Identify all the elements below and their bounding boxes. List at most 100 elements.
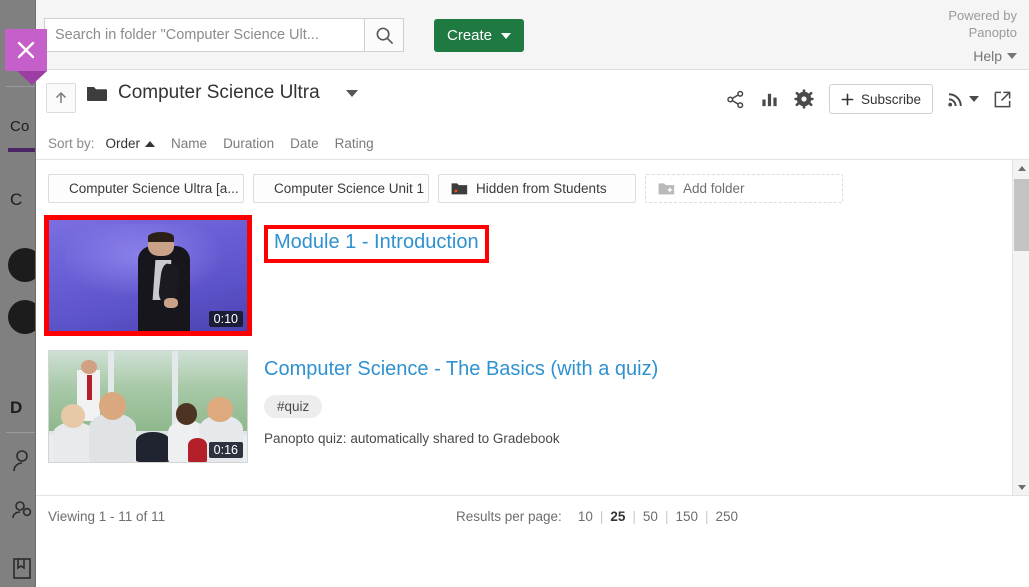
video-duration: 0:10 xyxy=(208,311,243,327)
video-title-link[interactable]: Module 1 - Introduction xyxy=(274,229,479,255)
video-description: Panopto quiz: automatically shared to Gr… xyxy=(264,431,560,446)
sidebar-details-label: D xyxy=(10,398,23,417)
subfolder-chip[interactable]: Computer Science Ultra [a... xyxy=(48,174,244,203)
search-input[interactable] xyxy=(44,18,364,52)
add-folder-button[interactable]: Add folder xyxy=(645,174,843,203)
folder-actions: Subscribe xyxy=(719,84,1019,114)
panopto-panel: Create Powered by Panopto Help xyxy=(36,0,1029,587)
close-tab-pointer xyxy=(17,71,47,85)
results-option-150[interactable]: 150 xyxy=(668,509,705,524)
subfolder-chip[interactable]: Computer Science Unit 1 xyxy=(253,174,429,203)
parent-folder-button[interactable] xyxy=(46,83,76,113)
book-icon xyxy=(10,556,35,582)
create-button-label: Create xyxy=(447,27,493,44)
arrow-up-icon xyxy=(55,91,67,103)
highlight-box: Module 1 - Introduction xyxy=(264,225,489,263)
scroll-down-icon xyxy=(1017,485,1026,490)
panopto-top-bar: Create Powered by Panopto Help xyxy=(36,0,1029,70)
sort-item-duration[interactable]: Duration xyxy=(223,136,274,151)
results-option-25[interactable]: 25 xyxy=(603,509,632,524)
share-button[interactable] xyxy=(719,84,753,114)
plus-icon xyxy=(841,93,854,105)
sort-item-order[interactable]: Order xyxy=(106,136,156,151)
content-scrollbar[interactable] xyxy=(1012,160,1029,495)
list-item: 0:10 Module 1 - Introduction xyxy=(44,215,1017,336)
folder-dropdown-icon[interactable] xyxy=(345,89,358,97)
sidebar-content-label: C xyxy=(10,190,23,209)
results-option-10[interactable]: 10 xyxy=(571,509,600,524)
sort-item-date[interactable]: Date xyxy=(290,136,319,151)
rss-icon xyxy=(948,93,962,107)
lms-sidebar: Co C D xyxy=(0,0,36,587)
avatar xyxy=(8,300,35,334)
people-icon xyxy=(10,500,35,526)
subscribe-label: Subscribe xyxy=(860,91,921,107)
chevron-down-icon xyxy=(501,32,512,39)
close-panel-button[interactable] xyxy=(5,29,47,71)
create-button[interactable]: Create xyxy=(434,19,525,52)
rss-menu[interactable] xyxy=(941,90,985,108)
video-title-link[interactable]: Computer Science - The Basics (with a qu… xyxy=(264,356,658,382)
sidebar-divider xyxy=(6,86,35,87)
subfolder-label: Computer Science Ultra [a... xyxy=(69,181,239,196)
folder-title: Computer Science Ultra xyxy=(118,82,320,103)
video-tag[interactable]: #quiz xyxy=(264,395,323,418)
search-button[interactable] xyxy=(364,18,404,52)
content-area: Computer Science Ultra [a... Computer Sc… xyxy=(36,160,1029,496)
subfolder-chip[interactable]: Hidden from Students xyxy=(438,174,636,203)
results-per-page-label: Results per page: xyxy=(456,508,562,524)
results-per-page: Results per page: 10 | 25 | 50 | 150 | 2… xyxy=(456,509,745,524)
add-folder-label: Add folder xyxy=(683,181,745,196)
subfolder-label: Computer Science Unit 1 xyxy=(274,181,425,196)
sort-by-label: Sort by: xyxy=(48,136,95,151)
video-thumbnail[interactable]: 0:10 xyxy=(44,215,252,336)
bar-chart-icon xyxy=(762,93,778,106)
open-in-new-window-button[interactable] xyxy=(985,84,1019,114)
screenshot-root: Co C D Search in folder "Computer Scienc… xyxy=(0,0,1029,587)
stats-button[interactable] xyxy=(753,84,787,114)
share-icon xyxy=(727,90,744,108)
person-icon xyxy=(10,448,35,474)
chevron-down-icon xyxy=(1007,53,1017,59)
sort-item-label: Order xyxy=(105,136,141,151)
sort-item-name[interactable]: Name xyxy=(171,136,207,151)
subscribe-button[interactable]: Subscribe xyxy=(828,84,933,114)
video-thumbnail[interactable]: 0:16 xyxy=(48,350,248,463)
video-meta: Module 1 - Introduction xyxy=(264,219,1017,332)
subfolder-label: Hidden from Students xyxy=(476,181,607,196)
search-icon xyxy=(376,27,393,44)
folder-icon xyxy=(451,182,468,194)
folder-icon xyxy=(87,87,107,101)
subfolder-list: Computer Science Ultra [a... Computer Sc… xyxy=(36,160,1029,213)
search-bar xyxy=(44,18,404,52)
external-link-icon xyxy=(994,91,1010,107)
scroll-up-button[interactable] xyxy=(1013,160,1029,177)
chevron-down-icon xyxy=(969,96,979,102)
help-label: Help xyxy=(973,48,1002,64)
sidebar-divider xyxy=(6,432,35,433)
video-duration: 0:16 xyxy=(208,442,243,458)
scroll-down-button[interactable] xyxy=(1013,479,1029,495)
close-icon xyxy=(17,41,35,59)
results-option-250[interactable]: 250 xyxy=(709,509,746,524)
sidebar-course-label: Co xyxy=(10,118,30,135)
scroll-up-icon xyxy=(1017,166,1026,171)
powered-by-line1: Powered by xyxy=(948,8,1017,23)
video-list: 0:10 Module 1 - Introduction 0:16 Comput… xyxy=(36,213,1029,463)
gear-icon xyxy=(794,89,814,109)
scrollbar-thumb[interactable] xyxy=(1014,179,1029,251)
help-menu[interactable]: Help xyxy=(973,48,1017,64)
sort-item-rating[interactable]: Rating xyxy=(335,136,374,151)
sort-bar: Sort by: Order Name Duration Date Rating xyxy=(36,128,1029,160)
folder-header: Computer Science Ultra Subscribe xyxy=(36,70,1029,128)
sort-ascending-icon xyxy=(145,140,156,147)
avatar xyxy=(8,248,35,282)
settings-button[interactable] xyxy=(787,84,821,114)
sidebar-active-underline xyxy=(8,148,35,152)
powered-by-line2: Panopto xyxy=(968,25,1017,40)
powered-by: Powered by Panopto xyxy=(948,7,1017,41)
results-option-50[interactable]: 50 xyxy=(636,509,665,524)
list-item: 0:16 Computer Science - The Basics (with… xyxy=(48,350,1017,463)
viewing-count: Viewing 1 - 11 of 11 xyxy=(48,508,166,524)
video-meta: Computer Science - The Basics (with a qu… xyxy=(264,350,1017,463)
